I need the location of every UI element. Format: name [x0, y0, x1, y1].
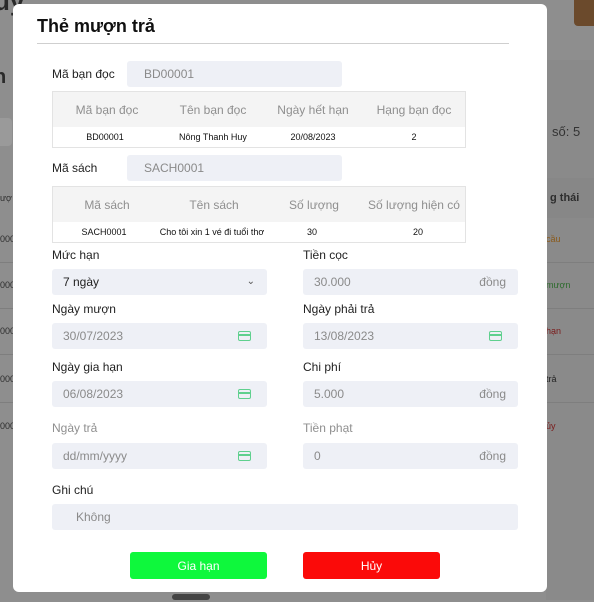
reader-code-input[interactable]: BD00001 [127, 61, 342, 87]
penalty-label: Tiền phạt [303, 421, 353, 435]
reader-table: Mã bạn đọc Tên bạn đọc Ngày hết hạn Hạng… [52, 91, 466, 148]
loan-card-modal: Thẻ mượn trả Mã bạn đọc BD00001 Mã bạn đ… [13, 4, 547, 592]
deposit-label: Tiền cọc [303, 248, 348, 262]
note-label: Ghi chú [52, 483, 94, 497]
fee-label: Chi phí [303, 360, 342, 374]
due-date-field[interactable]: 13/08/2023 [303, 323, 518, 349]
penalty-field[interactable]: 0 đồng [303, 443, 518, 469]
calendar-icon[interactable] [489, 331, 502, 341]
extend-button[interactable]: Gia hạn [130, 552, 267, 579]
reader-cell-expiry: 20/08/2023 [290, 132, 336, 142]
background-heading: n [0, 66, 7, 88]
background-status: ủy [546, 421, 556, 431]
calendar-icon[interactable] [238, 389, 251, 399]
reader-table-header: Mã bạn đọc Tên bạn đọc Ngày hết hạn Hạng… [53, 92, 465, 127]
note-field[interactable]: Không [52, 504, 518, 530]
background-status: trả [546, 374, 557, 384]
book-col-title: Tên sách [189, 197, 239, 212]
return-date-field[interactable]: dd/mm/yyyy [52, 443, 267, 469]
return-date-label: Ngày trả [52, 421, 98, 435]
due-date-label: Ngày phải trả [303, 302, 375, 316]
background-divider [0, 262, 14, 263]
calendar-icon[interactable] [238, 331, 251, 341]
background-divider [546, 354, 594, 355]
deposit-field[interactable]: 30.000 đồng [303, 269, 518, 295]
extend-date-label: Ngày gia hạn [52, 360, 123, 374]
book-col-available: Số lượng hiện có [368, 197, 460, 212]
book-code-label: Mã sách [52, 161, 98, 175]
fee-field[interactable]: 5.000 đồng [303, 381, 518, 407]
fee-value: 5.000 [314, 387, 345, 401]
background-scrollbar[interactable] [172, 594, 210, 600]
avatar [574, 0, 594, 26]
reader-code-label: Mã bạn đọc [52, 67, 115, 81]
note-value: Không [76, 510, 111, 524]
background-left-header: ượ [0, 193, 12, 203]
book-cell-available: 20 [412, 227, 423, 237]
background-divider [0, 308, 14, 309]
borrow-date-field[interactable]: 30/07/2023 [52, 323, 267, 349]
penalty-currency: đồng [479, 449, 506, 463]
return-date-placeholder: dd/mm/yyyy [63, 449, 128, 463]
book-col-quantity: Số lượng [289, 197, 339, 212]
book-col-code: Mã sách [84, 197, 130, 212]
cancel-button[interactable]: Hủy [303, 552, 440, 579]
book-code-input[interactable]: SACH0001 [127, 155, 342, 181]
chevron-down-icon: ⌄ [246, 276, 255, 287]
due-date-value: 13/08/2023 [314, 329, 375, 343]
background-divider [0, 402, 14, 403]
loan-term-value: 7 ngày [63, 275, 100, 289]
reader-cell-name: Nông Thanh Huy [179, 132, 247, 142]
reader-col-expiry: Ngày hết hạn [277, 102, 349, 117]
borrow-date-value: 30/07/2023 [63, 329, 124, 343]
book-code-value: SACH0001 [144, 161, 205, 175]
reader-col-rank: Hạng bạn đọc [376, 102, 452, 117]
extend-date-value: 06/08/2023 [63, 387, 124, 401]
background-status: hạn [546, 326, 562, 336]
background-count: số: 5 [552, 124, 581, 139]
background-divider [546, 402, 594, 403]
reader-code-value: BD00001 [144, 67, 195, 81]
book-table-header: Mã sách Tên sách Số lượng Số lượng hiện … [53, 187, 465, 222]
book-cell-quantity: 30 [306, 227, 317, 237]
modal-title: Thẻ mượn trả [37, 16, 155, 36]
background-divider [0, 354, 14, 355]
deposit-currency: đồng [479, 275, 506, 289]
background-search-box [0, 118, 12, 146]
penalty-value: 0 [314, 449, 321, 463]
loan-term-select[interactable]: 7 ngày ⌄ [52, 269, 267, 295]
borrow-date-label: Ngày mượn [52, 302, 116, 316]
title-divider [37, 43, 509, 44]
deposit-value: 30.000 [314, 275, 351, 289]
book-table: Mã sách Tên sách Số lượng Số lượng hiện … [52, 186, 466, 243]
loan-term-label: Mức hạn [52, 248, 100, 262]
reader-col-name: Tên bạn đọc [179, 102, 247, 117]
background-divider [546, 308, 594, 309]
reader-cell-rank: 2 [411, 132, 417, 142]
book-cell-code: SACH0001 [81, 227, 127, 237]
background-divider [546, 262, 594, 263]
reader-col-code: Mã bạn đọc [75, 102, 139, 117]
book-cell-title: Cho tôi xin 1 vé đi tuổi thơ [159, 227, 265, 237]
reader-cell-code: BD00001 [86, 132, 124, 142]
calendar-icon[interactable] [238, 451, 251, 461]
fee-currency: đồng [479, 387, 506, 401]
extend-date-field[interactable]: 06/08/2023 [52, 381, 267, 407]
background-status: mượn [546, 280, 571, 290]
background-status: cầu [546, 234, 561, 244]
